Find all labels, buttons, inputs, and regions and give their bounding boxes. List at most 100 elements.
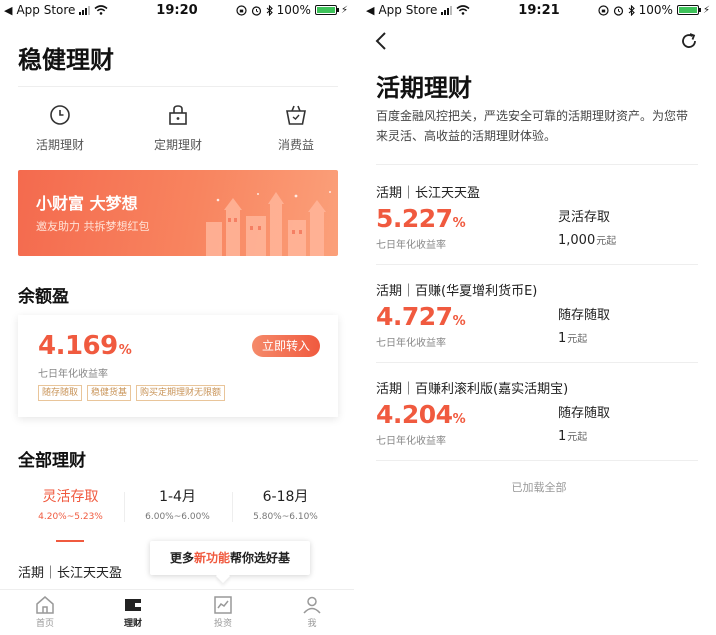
min-unit: 元起 bbox=[567, 432, 588, 443]
wallet-icon bbox=[125, 599, 141, 611]
alarm-icon bbox=[251, 5, 261, 16]
rate-label: 七日年化收益率 bbox=[38, 369, 108, 380]
city-illustration bbox=[206, 191, 331, 256]
rate-value: 4.727 bbox=[376, 302, 453, 331]
fund-rate: 4.727% bbox=[376, 302, 466, 331]
min-amount: 1,000 bbox=[558, 233, 596, 248]
tab-1-4-months[interactable]: 1-4月 6.00%~6.00% bbox=[125, 486, 230, 522]
rate-value: 5.227 bbox=[376, 204, 453, 233]
new-feature-tooltip[interactable]: 更多新功能帮你选好基 bbox=[150, 541, 310, 575]
transfer-in-button[interactable]: 立即转入 bbox=[251, 335, 320, 357]
bottom-tab-bar: 首页 理财 投资 我 bbox=[0, 589, 354, 635]
rotation-lock-icon bbox=[236, 4, 247, 16]
min-amount: 1 bbox=[558, 331, 567, 346]
rate-unit: % bbox=[118, 343, 132, 358]
rate-unit: % bbox=[452, 412, 466, 427]
battery-percent: 100% bbox=[276, 3, 311, 17]
tab-6-18-months[interactable]: 6-18月 5.80%~6.10% bbox=[233, 486, 338, 522]
tabbar-label: 投资 bbox=[213, 619, 232, 629]
divider bbox=[18, 86, 338, 87]
quick-link-consume[interactable]: 消费益 bbox=[254, 104, 338, 153]
charging-icon: ⚡ bbox=[340, 4, 348, 16]
quick-links: 活期理财 定期理财 消费益 bbox=[0, 104, 354, 160]
lock-icon bbox=[169, 105, 187, 125]
tabbar-label: 我 bbox=[307, 619, 317, 629]
tab-label: 灵活存取 bbox=[42, 489, 99, 505]
status-bar: ◀ App Store 19:21 100% ⚡ bbox=[362, 0, 716, 22]
battery-icon bbox=[314, 5, 339, 15]
fund-row[interactable]: 活期｜百赚利滚利版(嘉实活期宝) 4.204% 七日年化收益率 随存随取 1元起 bbox=[376, 362, 698, 460]
tabbar-me[interactable]: 我 bbox=[287, 596, 337, 629]
home-icon bbox=[36, 596, 54, 614]
page-description: 百度金融风控把关，严选安全可靠的活期理财资产。为您带来灵活、高收益的活期理财体验… bbox=[376, 109, 689, 143]
fund-term: 灵活存取 bbox=[558, 210, 611, 225]
fund-term: 随存随取 bbox=[558, 308, 611, 323]
rate-label: 七日年化收益率 bbox=[376, 240, 446, 251]
clock-icon bbox=[50, 105, 70, 125]
rate-value: 4.204 bbox=[376, 400, 453, 429]
banner-subtitle: 邀友助力 共拆梦想红包 bbox=[36, 220, 150, 233]
rate-label: 七日年化收益率 bbox=[376, 436, 446, 447]
tabbar-home[interactable]: 首页 bbox=[20, 596, 70, 629]
tabbar-invest[interactable]: 投资 bbox=[198, 596, 248, 629]
charging-icon: ⚡ bbox=[702, 4, 710, 16]
fund-name: 活期｜百赚(华夏增利货币E) bbox=[376, 284, 538, 299]
tab-flexible[interactable]: 灵活存取 4.20%~5.23% bbox=[18, 486, 123, 522]
section-title-yuebao: 余额盈 bbox=[18, 287, 69, 307]
tab-label: 6-18月 bbox=[262, 489, 309, 505]
tooltip-highlight: 新功能 bbox=[193, 551, 230, 565]
battery-percent: 100% bbox=[638, 3, 673, 17]
fund-row[interactable]: 活期｜长江天天盈 5.227% 七日年化收益率 灵活存取 1,000元起 bbox=[376, 166, 698, 264]
rate-label: 七日年化收益率 bbox=[376, 338, 446, 349]
product-name[interactable]: 活期｜长江天天盈 bbox=[18, 562, 122, 581]
bluetooth-icon bbox=[628, 4, 635, 16]
bluetooth-icon bbox=[266, 4, 273, 16]
tabbar-wealth[interactable]: 理财 bbox=[108, 596, 158, 629]
fund-minimum: 1元起 bbox=[558, 330, 587, 346]
quick-link-label: 定期理财 bbox=[153, 138, 202, 152]
chart-icon bbox=[214, 596, 232, 614]
tab-range: 4.20%~5.23% bbox=[38, 512, 103, 522]
loaded-all-label: 已加载全部 bbox=[511, 481, 567, 494]
min-unit: 元起 bbox=[567, 334, 588, 345]
quick-link-fixed[interactable]: 定期理财 bbox=[136, 104, 220, 153]
fund-name: 活期｜百赚利滚利版(嘉实活期宝) bbox=[376, 382, 569, 397]
page-title: 稳健理财 bbox=[18, 46, 114, 74]
active-tab-indicator bbox=[56, 540, 84, 542]
tabbar-label: 理财 bbox=[123, 619, 142, 629]
section-title-all: 全部理财 bbox=[18, 451, 86, 471]
fund-minimum: 1元起 bbox=[558, 428, 587, 444]
min-amount: 1 bbox=[558, 429, 567, 444]
quick-link-current[interactable]: 活期理财 bbox=[18, 104, 102, 153]
quick-link-label: 活期理财 bbox=[35, 138, 84, 152]
rate-unit: % bbox=[452, 314, 466, 329]
fund-row[interactable]: 活期｜百赚(华夏增利货币E) 4.727% 七日年化收益率 随存随取 1元起 bbox=[376, 264, 698, 362]
feature-tags: 随存随取 稳健货基 购买定期理财无限额 bbox=[38, 385, 226, 401]
status-bar: ◀ App Store 19:20 100% ⚡ bbox=[0, 0, 354, 22]
fund-rate: 4.204% bbox=[376, 400, 466, 429]
refresh-icon[interactable] bbox=[680, 32, 698, 50]
back-chevron-icon[interactable] bbox=[374, 32, 388, 50]
tag: 随存随取 bbox=[38, 385, 83, 401]
divider bbox=[376, 164, 698, 165]
divider bbox=[376, 460, 698, 461]
fund-minimum: 1,000元起 bbox=[558, 232, 616, 248]
fund-term: 随存随取 bbox=[558, 406, 611, 421]
basket-icon bbox=[286, 105, 306, 125]
tabbar-label: 首页 bbox=[35, 619, 54, 629]
yuebao-rate: 4.169% bbox=[38, 331, 132, 361]
alarm-icon bbox=[613, 5, 623, 16]
banner-title: 小财富 大梦想 bbox=[36, 194, 138, 213]
tag: 稳健货基 bbox=[87, 385, 132, 401]
product-tabs: 灵活存取 4.20%~5.23% 1-4月 6.00%~6.00% 6-18月 … bbox=[0, 486, 354, 536]
tooltip-prefix: 更多 bbox=[169, 551, 194, 565]
rotation-lock-icon bbox=[598, 4, 609, 16]
tooltip-suffix: 帮你选好基 bbox=[230, 551, 291, 565]
left-screen: ◀ App Store 19:20 100% ⚡ 稳健理财 活期理财 定期理财 … bbox=[0, 0, 354, 635]
tag: 购买定期理财无限额 bbox=[136, 385, 226, 401]
page-title: 活期理财 bbox=[376, 74, 472, 102]
yuebao-card[interactable]: 4.169% 七日年化收益率 立即转入 随存随取 稳健货基 购买定期理财无限额 bbox=[18, 315, 338, 417]
fund-name: 活期｜长江天天盈 bbox=[376, 186, 481, 201]
promo-banner[interactable]: 小财富 大梦想 邀友助力 共拆梦想红包 bbox=[18, 170, 338, 256]
tab-range: 6.00%~6.00% bbox=[145, 512, 210, 522]
